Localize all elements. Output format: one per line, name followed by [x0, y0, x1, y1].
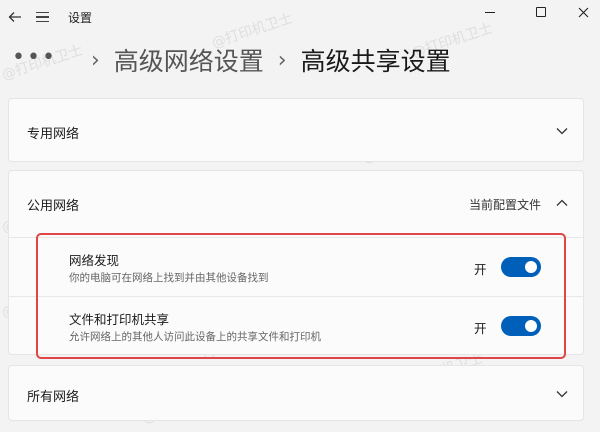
setting-network-discovery: 网络发现 你的电脑可在网络上找到并由其他设备找到 开 [9, 238, 583, 296]
section-public-network: 公用网络 当前配置文件 网络发现 你的电脑可在网络上找到并由其他设备找到 开 文… [8, 170, 584, 355]
setting-description: 允许网络上的其他人访问此设备上的共享文件和打印机 [69, 331, 321, 343]
section-label: 专用网络 [27, 127, 80, 142]
toggle-knob [525, 261, 537, 273]
title-bar: 设置 [0, 0, 600, 34]
page-title: 高级共享设置 [300, 47, 451, 76]
close-icon [578, 7, 588, 17]
setting-title: 网络发现 [69, 253, 120, 268]
section-label: 公用网络 [27, 199, 80, 214]
section-label: 所有网络 [27, 390, 80, 405]
maximize-icon [536, 7, 546, 17]
minimize-icon [485, 11, 495, 13]
toggle-knob [525, 320, 537, 332]
setting-title: 文件和打印机共享 [69, 312, 170, 327]
chevron-up-icon[interactable] [555, 196, 569, 210]
setting-description: 你的电脑可在网络上找到并由其他设备找到 [69, 272, 269, 284]
toggle-state-label: 开 [474, 321, 487, 336]
maximize-button[interactable] [518, 0, 564, 24]
chevron-down-icon[interactable] [555, 124, 569, 138]
current-profile-label: 当前配置文件 [468, 198, 541, 212]
toggle-state-label: 开 [474, 262, 487, 277]
section-private-network[interactable]: 专用网络 [8, 98, 584, 162]
section-all-networks[interactable]: 所有网络 [8, 365, 584, 421]
breadcrumb-more-button[interactable]: ••• [12, 45, 57, 70]
section-header[interactable]: 公用网络 当前配置文件 [9, 171, 583, 237]
back-arrow-icon[interactable] [2, 4, 28, 30]
chevron-right-icon: › [277, 47, 287, 73]
minimize-button[interactable] [467, 0, 513, 24]
hamburger-menu-icon[interactable] [36, 4, 58, 30]
file-printer-sharing-toggle[interactable] [501, 316, 541, 336]
breadcrumb-item-advanced-network[interactable]: 高级网络设置 [114, 42, 264, 78]
chevron-down-icon[interactable] [555, 387, 569, 401]
chevron-right-icon: › [90, 47, 100, 73]
network-discovery-toggle[interactable] [501, 257, 541, 277]
close-button[interactable] [560, 0, 600, 24]
breadcrumb: ••• › 高级网络设置 › 高级共享设置 [12, 40, 451, 80]
window-title: 设置 [68, 11, 93, 25]
setting-file-printer-sharing: 文件和打印机共享 允许网络上的其他人访问此设备上的共享文件和打印机 开 [9, 297, 583, 355]
